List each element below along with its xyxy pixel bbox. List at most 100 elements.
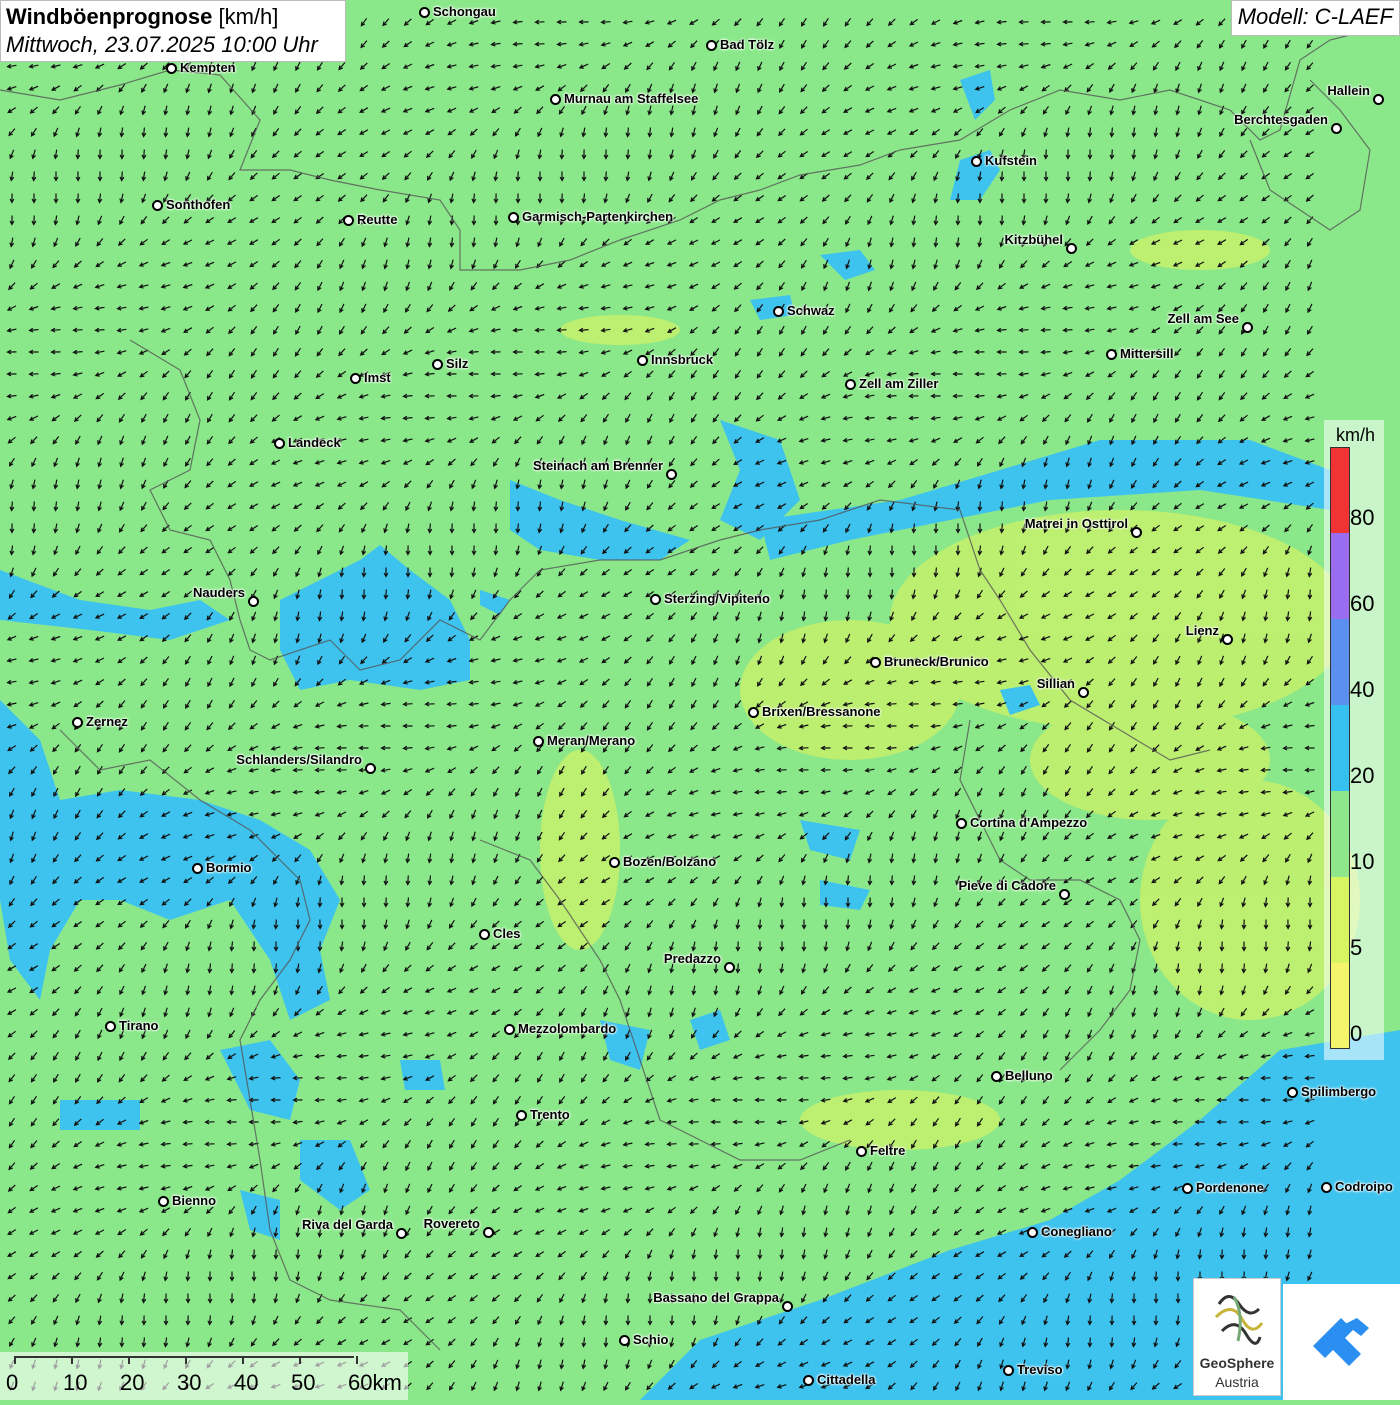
city-label[interactable]: Kempten xyxy=(180,60,236,75)
city-label[interactable]: Bormio xyxy=(206,860,252,875)
city-label[interactable]: Schlanders/Silandro xyxy=(236,752,362,767)
city-marker[interactable] xyxy=(396,1228,407,1239)
city-label[interactable]: Conegliano xyxy=(1041,1224,1112,1239)
city-marker[interactable] xyxy=(105,1021,116,1032)
city-marker[interactable] xyxy=(971,156,982,167)
city-marker[interactable] xyxy=(773,306,784,317)
city-marker[interactable] xyxy=(1106,349,1117,360)
city-marker[interactable] xyxy=(432,359,443,370)
city-marker[interactable] xyxy=(1027,1227,1038,1238)
city-label[interactable]: Schongau xyxy=(433,4,496,19)
city-marker[interactable] xyxy=(483,1227,494,1238)
city-label[interactable]: Landeck xyxy=(288,435,341,450)
city-marker[interactable] xyxy=(504,1024,515,1035)
city-marker[interactable] xyxy=(192,863,203,874)
city-label[interactable]: Sterzing/Vipiteno xyxy=(664,591,770,606)
city-label[interactable]: Pieve di Cadore xyxy=(958,878,1056,893)
city-label[interactable]: Lienz xyxy=(1186,623,1219,638)
app-logo[interactable] xyxy=(1283,1284,1400,1400)
city-label[interactable]: Rovereto xyxy=(424,1216,480,1231)
city-marker[interactable] xyxy=(956,818,967,829)
city-marker[interactable] xyxy=(508,212,519,223)
city-label[interactable]: Meran/Merano xyxy=(547,733,635,748)
city-marker[interactable] xyxy=(166,63,177,74)
city-label[interactable]: Treviso xyxy=(1017,1362,1063,1377)
city-marker[interactable] xyxy=(1287,1087,1298,1098)
city-marker[interactable] xyxy=(856,1146,867,1157)
city-label[interactable]: Silz xyxy=(446,356,468,371)
city-marker[interactable] xyxy=(72,717,83,728)
city-marker[interactable] xyxy=(1373,94,1384,105)
city-marker[interactable] xyxy=(1059,889,1070,900)
city-marker[interactable] xyxy=(991,1071,1002,1082)
city-label[interactable]: Murnau am Staffelsee xyxy=(564,91,698,106)
city-label[interactable]: Cittadella xyxy=(817,1372,876,1387)
city-marker[interactable] xyxy=(516,1110,527,1121)
city-label[interactable]: Sonthofen xyxy=(166,197,230,212)
city-marker[interactable] xyxy=(248,596,259,607)
city-marker[interactable] xyxy=(706,40,717,51)
city-marker[interactable] xyxy=(637,355,648,366)
city-label[interactable]: Feltre xyxy=(870,1143,905,1158)
city-label[interactable]: Steinach am Brenner xyxy=(533,458,663,473)
city-marker[interactable] xyxy=(1182,1183,1193,1194)
city-marker[interactable] xyxy=(609,857,620,868)
city-label[interactable]: Spilimbergo xyxy=(1301,1084,1376,1099)
city-marker[interactable] xyxy=(533,736,544,747)
city-marker[interactable] xyxy=(1066,243,1077,254)
city-marker[interactable] xyxy=(365,763,376,774)
city-marker[interactable] xyxy=(870,657,881,668)
city-marker[interactable] xyxy=(619,1335,630,1346)
city-label[interactable]: Cortina d'Ampezzo xyxy=(970,815,1087,830)
city-label[interactable]: Hallein xyxy=(1327,83,1370,98)
city-label[interactable]: Bruneck/Brunico xyxy=(884,654,989,669)
city-label[interactable]: Sillian xyxy=(1037,676,1075,691)
city-marker[interactable] xyxy=(666,469,677,480)
city-marker[interactable] xyxy=(152,200,163,211)
city-label[interactable]: Innsbruck xyxy=(651,352,713,367)
city-label[interactable]: Berchtesgaden xyxy=(1234,112,1328,127)
city-label[interactable]: Bassano del Grappa xyxy=(653,1290,779,1305)
city-label[interactable]: Tirano xyxy=(119,1018,159,1033)
city-marker[interactable] xyxy=(274,438,285,449)
city-label[interactable]: Cles xyxy=(493,926,520,941)
city-marker[interactable] xyxy=(419,7,430,18)
city-label[interactable]: Nauders xyxy=(193,585,245,600)
city-label[interactable]: Mittersill xyxy=(1120,346,1173,361)
city-marker[interactable] xyxy=(350,373,361,384)
city-marker[interactable] xyxy=(1003,1365,1014,1376)
city-label[interactable]: Belluno xyxy=(1005,1068,1053,1083)
city-marker[interactable] xyxy=(550,94,561,105)
city-marker[interactable] xyxy=(1331,123,1342,134)
city-marker[interactable] xyxy=(158,1196,169,1207)
city-marker[interactable] xyxy=(650,594,661,605)
city-marker[interactable] xyxy=(1242,322,1253,333)
city-label[interactable]: Codroipo xyxy=(1335,1179,1393,1194)
city-label[interactable]: Pordenone xyxy=(1196,1180,1264,1195)
city-label[interactable]: Schwaz xyxy=(787,303,835,318)
city-label[interactable]: Bienno xyxy=(172,1193,216,1208)
city-label[interactable]: Predazzo xyxy=(664,951,721,966)
city-label[interactable]: Trento xyxy=(530,1107,570,1122)
city-label[interactable]: Bozen/Bolzano xyxy=(623,854,716,869)
city-marker[interactable] xyxy=(845,379,856,390)
city-label[interactable]: Reutte xyxy=(357,212,397,227)
city-label[interactable]: Zell am Ziller xyxy=(859,376,938,391)
city-label[interactable]: Kitzbühel xyxy=(1005,232,1064,247)
city-marker[interactable] xyxy=(803,1375,814,1386)
city-marker[interactable] xyxy=(748,707,759,718)
city-label[interactable]: Zell am See xyxy=(1167,311,1239,326)
city-label[interactable]: Riva del Garda xyxy=(302,1217,393,1232)
city-label[interactable]: Brixen/Bressanone xyxy=(762,704,881,719)
city-label[interactable]: Bad Tölz xyxy=(720,37,774,52)
city-marker[interactable] xyxy=(1321,1182,1332,1193)
city-label[interactable]: Matrei in Osttirol xyxy=(1025,516,1128,531)
city-marker[interactable] xyxy=(782,1301,793,1312)
city-label[interactable]: Imst xyxy=(364,370,391,385)
city-marker[interactable] xyxy=(1222,634,1233,645)
city-marker[interactable] xyxy=(343,215,354,226)
city-label[interactable]: Zernez xyxy=(86,714,128,729)
city-marker[interactable] xyxy=(724,962,735,973)
city-marker[interactable] xyxy=(479,929,490,940)
city-label[interactable]: Schio xyxy=(633,1332,668,1347)
